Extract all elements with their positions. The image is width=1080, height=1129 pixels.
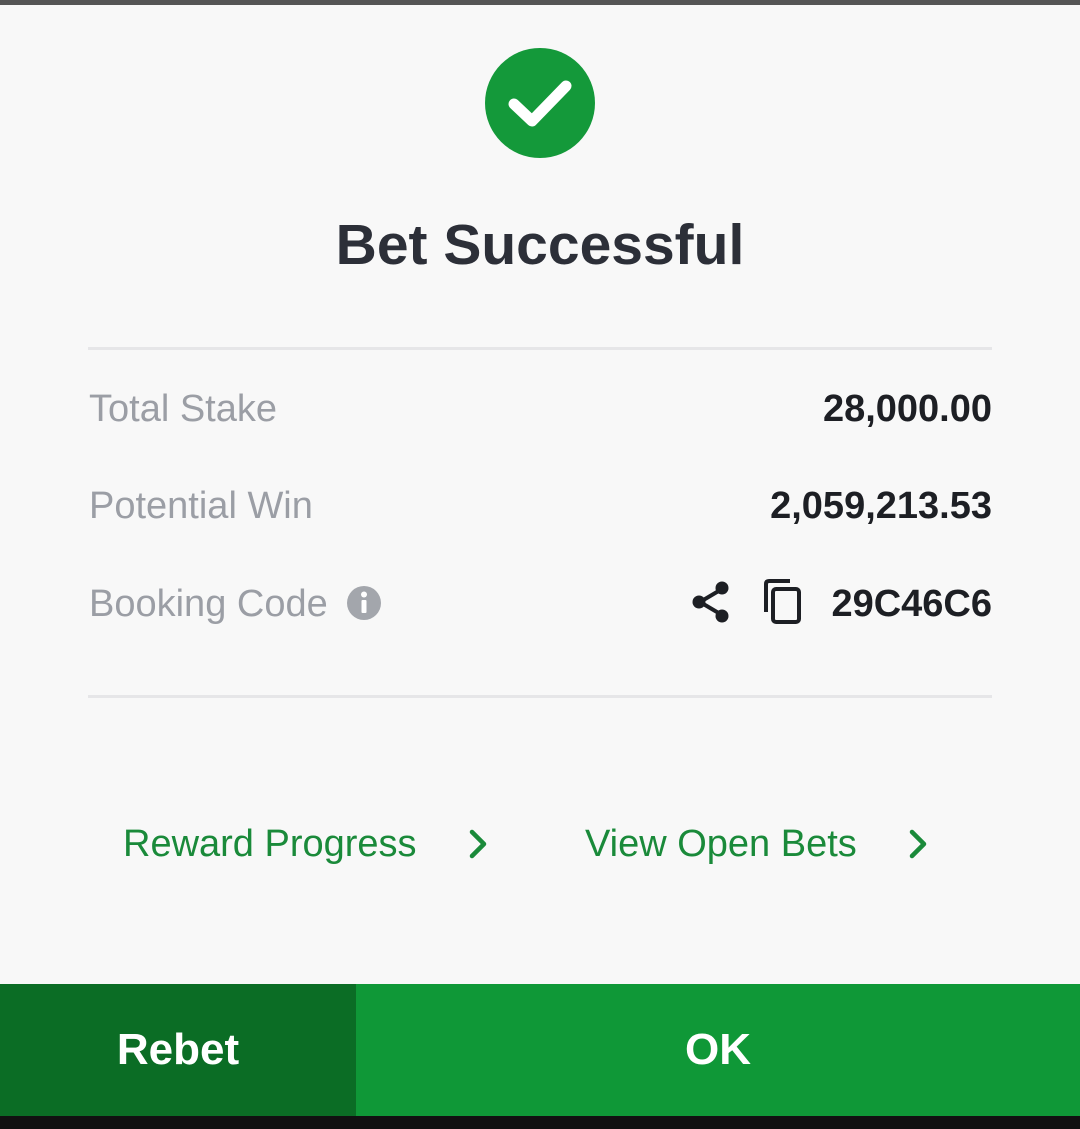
rebet-button[interactable]: Rebet [0,984,356,1116]
divider-top [88,347,992,350]
view-open-bets-link[interactable]: View Open Bets [585,819,857,869]
total-stake-value: 28,000.00 [822,388,992,430]
booking-code-label: Booking Code [89,583,328,625]
booking-code-value[interactable]: 29C46C6 [831,579,992,629]
dialog-title: Bet Successful [335,213,745,277]
chevron-right-icon[interactable] [468,828,488,860]
check-circle-icon [485,48,595,158]
reward-progress-link[interactable]: Reward Progress [123,819,417,869]
divider-bottom [88,695,992,698]
copy-icon[interactable] [760,578,804,626]
potential-win-label: Potential Win [89,485,313,527]
top-border [0,0,1080,5]
ok-button[interactable]: OK [356,984,1080,1116]
potential-win-value: 2,059,213.53 [770,485,992,527]
share-icon[interactable] [690,580,732,624]
chevron-right-icon[interactable] [908,828,928,860]
total-stake-label: Total Stake [89,388,277,430]
system-nav-bar [0,1116,1080,1129]
info-icon[interactable] [347,586,381,620]
